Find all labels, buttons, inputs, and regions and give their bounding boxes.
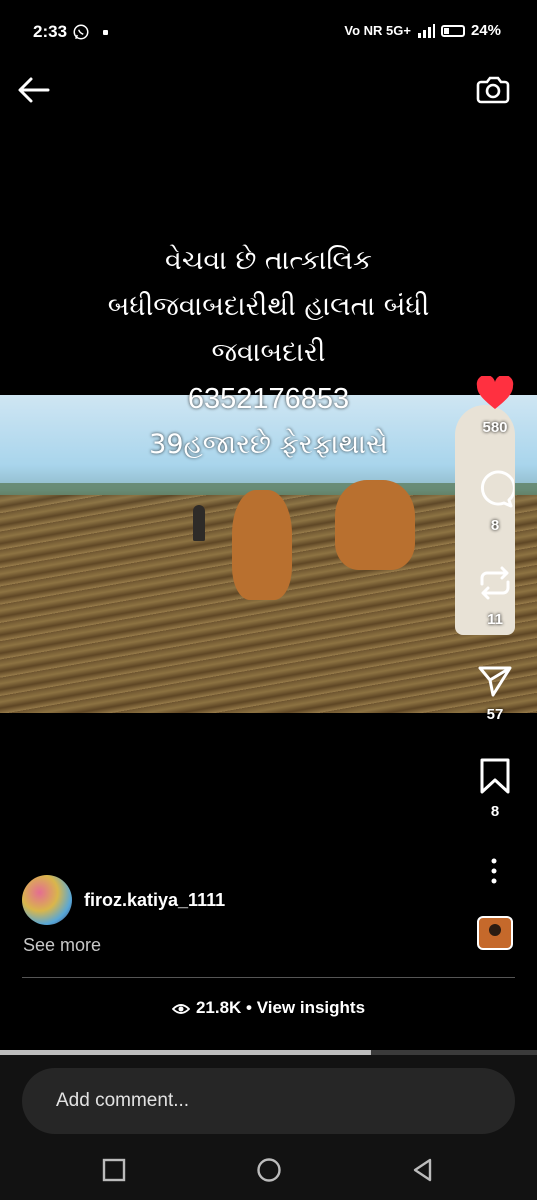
comment-area: Add comment... (0, 1055, 537, 1145)
username[interactable]: firoz.katiya_1111 (84, 890, 225, 911)
status-bar: 2:33 Vo NR 5G+ 24% (0, 0, 537, 56)
farmer-distant (193, 505, 205, 541)
system-nav-bar (0, 1145, 537, 1200)
battery-icon (440, 24, 465, 37)
back-triangle-icon[interactable] (410, 1157, 436, 1183)
bull-left (232, 490, 292, 600)
save-count: 8 (490, 803, 500, 820)
share-button[interactable]: 57 (465, 665, 525, 723)
camera-icon[interactable] (475, 72, 511, 108)
caption-line-5: 39હજારછે ફેરફાથાસે (149, 429, 388, 460)
add-comment-input[interactable]: Add comment... (22, 1068, 515, 1134)
heart-icon (476, 374, 514, 409)
comment-placeholder: Add comment... (56, 1090, 190, 1111)
status-right: Vo NR 5G+ 24% (344, 22, 501, 39)
save-button[interactable]: 8 (465, 758, 525, 820)
bull-right (335, 480, 415, 570)
audio-thumbnail[interactable] (477, 916, 513, 950)
like-count: 580 (482, 419, 508, 436)
battery-label: 24% (470, 22, 501, 39)
see-more-link[interactable]: See more (23, 935, 101, 956)
share-icon (478, 666, 512, 697)
network-label: Vo NR 5G+ (344, 23, 411, 38)
notification-dot-icon (103, 30, 108, 35)
comment-icon (480, 470, 516, 508)
caption-line-2: બધીજવાબદારીથી હાલતા બંધી (107, 291, 430, 322)
caption-phone: 6352176853 (187, 383, 350, 415)
eye-icon (171, 1004, 190, 1014)
like-button[interactable]: 580 (465, 374, 525, 436)
signal-icon (417, 23, 435, 38)
avatar[interactable] (22, 875, 72, 925)
share-count: 57 (486, 706, 504, 723)
divider (22, 977, 515, 978)
view-insights-link[interactable]: 21.8K • View insights (0, 998, 537, 1018)
caption-line-1: વેચવા છે તાત્કાલિક (165, 245, 372, 276)
home-circle-icon[interactable] (256, 1157, 282, 1183)
bookmark-icon (480, 758, 510, 794)
comment-count: 8 (490, 517, 500, 534)
repost-icon (480, 566, 510, 600)
arrow-left-icon[interactable] (16, 74, 52, 106)
comment-button[interactable]: 8 (465, 470, 525, 534)
caption-line-3: જવાબદારી (211, 337, 326, 368)
repost-button[interactable]: 11 (465, 564, 525, 628)
repost-count: 11 (487, 611, 503, 628)
status-time: 2:33 (33, 22, 68, 41)
recents-square-icon[interactable] (101, 1157, 127, 1183)
insights-text: 21.8K • View insights (195, 998, 366, 1017)
whatsapp-icon (73, 24, 89, 40)
author-row[interactable]: firoz.katiya_1111 (22, 875, 502, 925)
video-caption: વેચવા છે તાત્કાલિક બધીજવાબદારીથી હાલતા બ… (0, 238, 537, 468)
